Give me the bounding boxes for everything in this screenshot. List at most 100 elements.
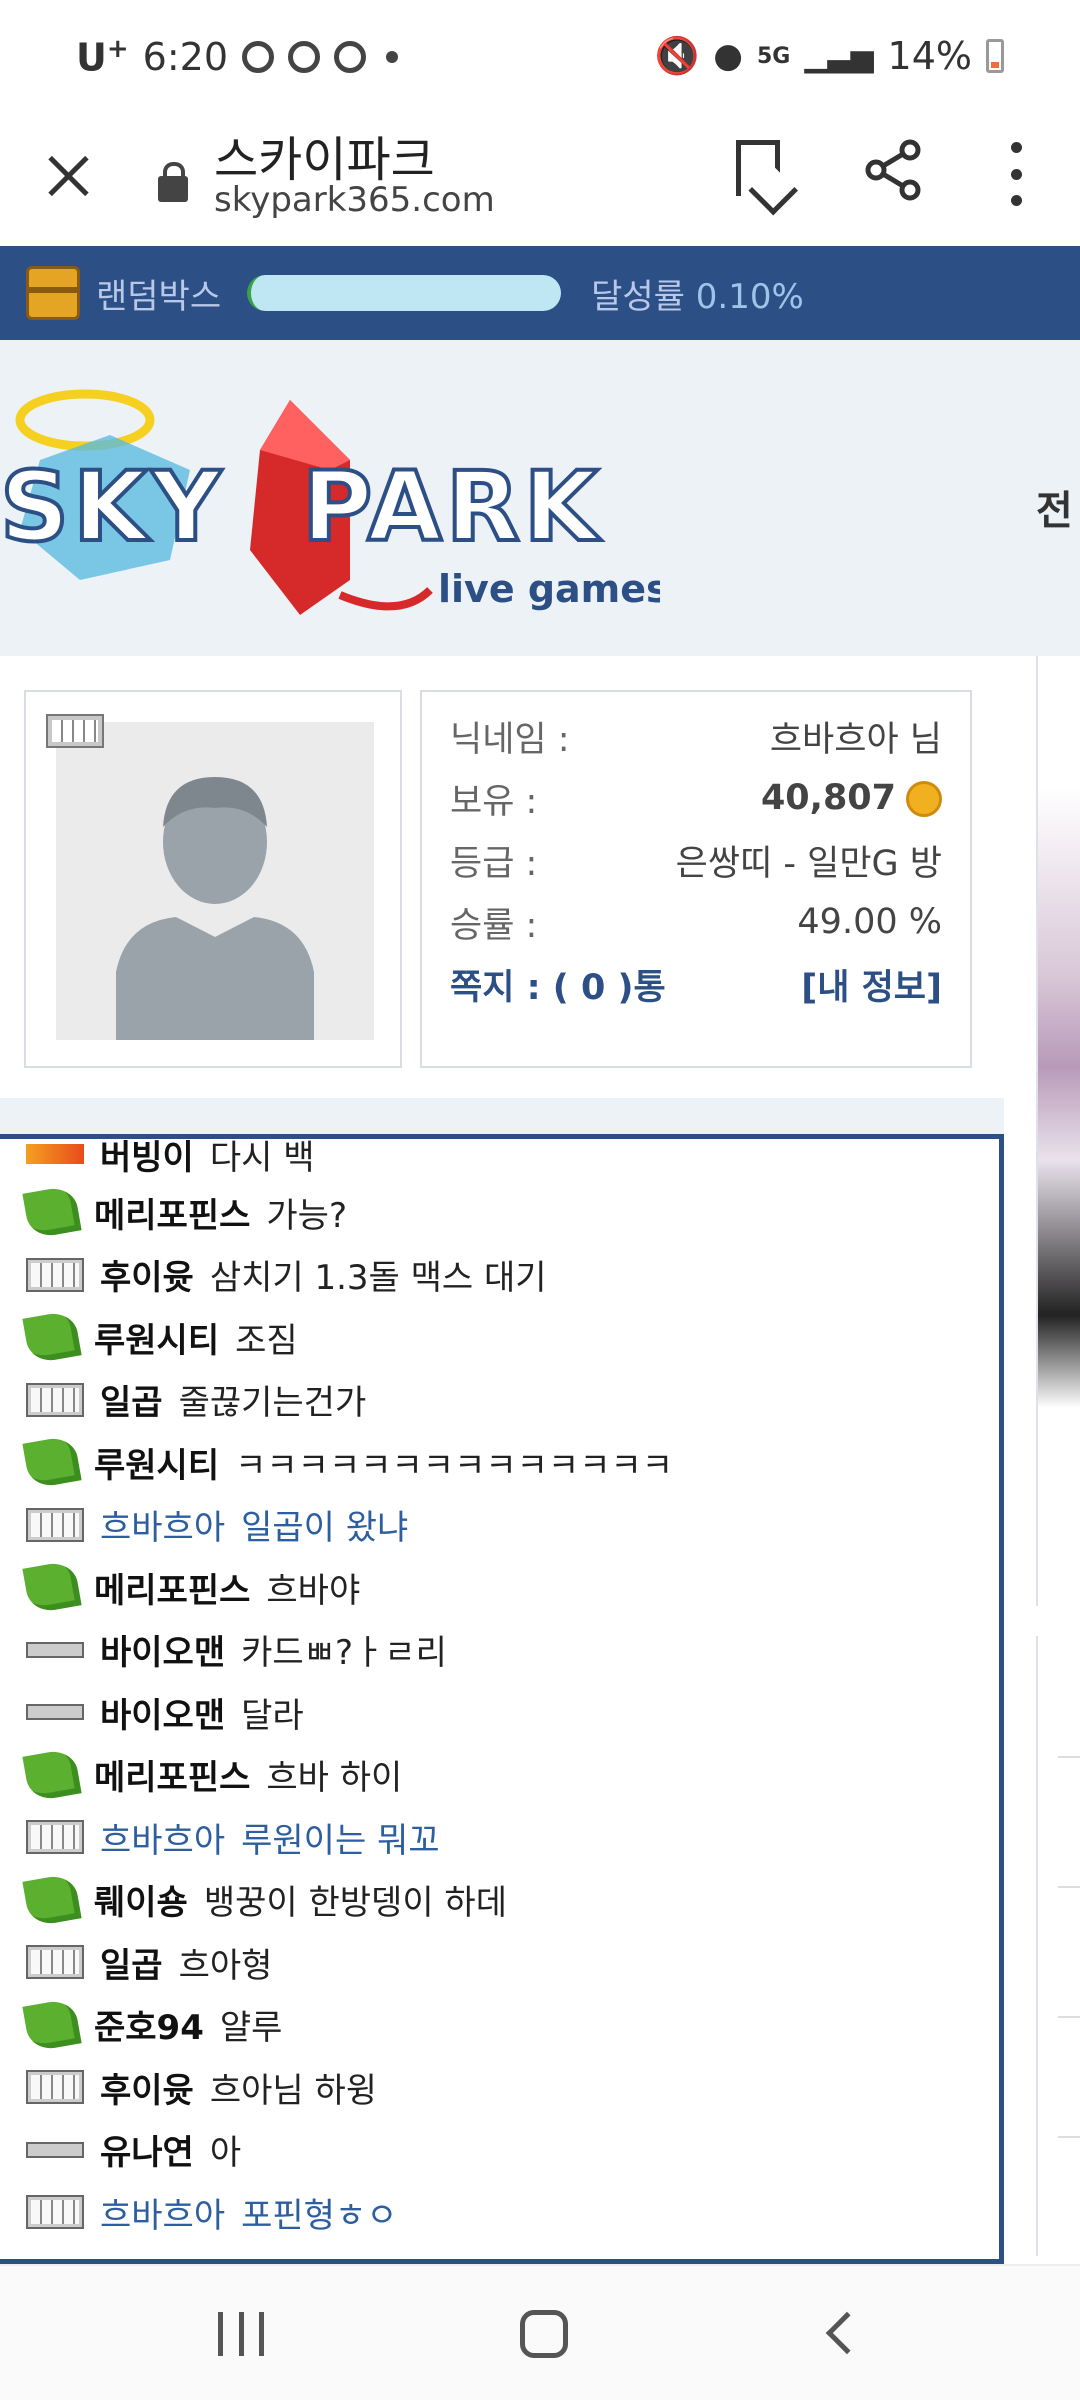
section-divider xyxy=(0,1098,1004,1136)
chat-line: 유나연 아 xyxy=(26,2119,241,2181)
bar-level-icon xyxy=(26,1704,84,1720)
right-side-panel xyxy=(1036,1636,1080,2256)
bar-level-icon xyxy=(26,1641,84,1658)
bar-level-icon xyxy=(26,2141,84,2158)
chat-message: 일곱이 왔냐 xyxy=(241,1508,409,1548)
chat-username[interactable]: 일곱 xyxy=(100,1938,163,1987)
chat-username[interactable]: 흐바흐아 xyxy=(100,2188,225,2237)
random-box-progress xyxy=(247,275,562,311)
skypark-logo[interactable]: SKY PARK live games xyxy=(0,350,660,650)
chat-username[interactable]: 메리포핀스 xyxy=(94,1188,250,1237)
leaf-level-icon xyxy=(22,1434,82,1490)
carrier: U+ xyxy=(76,34,129,80)
chat-username[interactable]: 준호94 xyxy=(94,2000,204,2049)
battery-percent: 14% xyxy=(887,34,972,78)
chat-username[interactable]: 흐바흐아 xyxy=(100,1813,225,1862)
leaf-level-icon xyxy=(22,1559,82,1615)
coin-icon xyxy=(906,781,942,817)
avatar-silhouette-icon xyxy=(116,777,314,1040)
chat-username[interactable]: 후이윳 xyxy=(100,1250,194,1299)
chat-line: 후이윳 흐아님 하윙 xyxy=(26,2056,377,2118)
bookmark-icon[interactable] xyxy=(736,140,780,196)
chat-message: 아 xyxy=(209,2133,242,2173)
nickname-row: 닉네임 : 흐바흐아 님 xyxy=(450,708,942,764)
chrome-icon xyxy=(288,40,320,73)
right-ad-banner[interactable] xyxy=(1036,656,1080,1606)
chat-message: 뱅꿍이 한방뎅이 하데 xyxy=(203,1883,507,1923)
status-bar: U+ 6:20 🔇 ● 5G ▁▃▅ 14% xyxy=(0,0,1080,120)
share-icon[interactable] xyxy=(862,138,926,202)
more-options-icon[interactable] xyxy=(996,142,1036,206)
chat-message: 조짐 xyxy=(235,1320,298,1361)
user-info-box: 닉네임 : 흐바흐아 님 보유 : 40,807 등급 : 은쌍띠 - 일만G … xyxy=(420,690,972,1068)
home-icon[interactable] xyxy=(520,2310,568,2358)
balance-value: 40,807 xyxy=(760,778,896,818)
nickname-value: 흐바흐아 님 xyxy=(769,719,942,760)
chat-line-partial: 버빙이 다시 백 xyxy=(26,1139,315,1185)
chat-username[interactable]: 뤠이숑 xyxy=(94,1875,188,1924)
chat-message: 흐아형 xyxy=(178,1945,273,1986)
winrate-value: 49.00 % xyxy=(797,902,942,942)
network-type: 5G xyxy=(756,43,791,69)
chat-username[interactable]: 루원시티 xyxy=(94,1438,219,1487)
close-tab-icon[interactable] xyxy=(34,142,102,210)
chat-message: 카드ㅃ?ㅏㄹ리 xyxy=(241,1633,447,1673)
chat-username[interactable]: 일곱 xyxy=(100,1375,163,1424)
bar-level-icon xyxy=(26,1507,84,1542)
bar-level-icon xyxy=(26,1820,84,1854)
chat-line: 후이윳 삼치기 1.3돌 맥스 대기 xyxy=(26,1244,547,1306)
location-icon: ● xyxy=(713,36,743,76)
chat-line: 바이오맨 카드ㅃ?ㅏㄹ리 xyxy=(26,1619,447,1681)
recent-apps-icon[interactable] xyxy=(218,2312,264,2356)
chat-line: 일곱 줄끊기는건가 xyxy=(26,1369,366,1431)
treasure-box-icon xyxy=(26,266,80,320)
chat-line: 뤠이숑 뱅꿍이 한방뎅이 하데 xyxy=(22,1869,507,1931)
logo-section: SKY PARK live games 전 xyxy=(0,340,1080,656)
chat-message: 흐바 하이 xyxy=(266,1758,403,1798)
chat-line: 메리포핀스 가능? xyxy=(22,1181,348,1243)
chat-username[interactable]: 유나연 xyxy=(100,2125,194,2174)
side-menu-text[interactable]: 전 xyxy=(1036,478,1073,536)
chat-line: 일곱 흐아형 xyxy=(26,1931,272,1993)
chat-message: 루원이는 뭐꼬 xyxy=(241,1820,440,1861)
level-icon xyxy=(26,1144,84,1164)
chat-line: 준호94 얄루 xyxy=(22,1994,282,2056)
chat-message: 흐바야 xyxy=(266,1570,361,1611)
chat-username[interactable]: 흐바흐아 xyxy=(100,1500,225,1549)
chat-username[interactable]: 바이오맨 xyxy=(100,1625,225,1674)
page-url[interactable]: skypark365.com xyxy=(214,180,495,220)
logo-tagline: live games xyxy=(438,567,660,611)
message-link[interactable]: 쪽지 : ( 0 )통 xyxy=(450,959,666,1010)
chat-line: 루원시티 ㅋㅋㅋㅋㅋㅋㅋㅋㅋㅋㅋㅋㅋㅋ xyxy=(22,1431,674,1493)
chat-username[interactable]: 메리포핀스 xyxy=(94,1563,250,1612)
chat-line: 흐바흐아 루원이는 뭐꼬 xyxy=(26,1806,440,1868)
bar-level-icon xyxy=(26,2070,84,2104)
random-box-bar[interactable]: 랜덤박스 달성률 0.10% xyxy=(0,246,1080,340)
chat-message: 가능? xyxy=(266,1195,348,1236)
level-badge-icon xyxy=(46,714,104,748)
chat-message: ㅋㅋㅋㅋㅋㅋㅋㅋㅋㅋㅋㅋㅋㅋ xyxy=(235,1445,674,1486)
chat-line: 바이오맨 달라 xyxy=(26,1681,304,1743)
battery-icon xyxy=(986,39,1004,73)
my-info-link[interactable]: [내 정보] xyxy=(801,959,942,1010)
chat-message: 줄끊기는건가 xyxy=(178,1383,367,1423)
winrate-row: 승률 : 49.00 % xyxy=(450,902,942,946)
profile-panel: 닉네임 : 흐바흐아 님 보유 : 40,807 등급 : 은쌍띠 - 일만G … xyxy=(0,656,1004,1098)
chat-message: 달라 xyxy=(241,1695,304,1736)
avatar-box xyxy=(24,690,402,1068)
grade-value: 은쌍띠 - 일만G 방 xyxy=(675,843,942,884)
chat-box[interactable]: 버빙이 다시 백 메리포핀스 가능? 후이윳 삼치기 1.3돌 맥스 대기루원시티 조짐… xyxy=(0,1134,1004,2264)
chat-username[interactable]: 후이윳 xyxy=(100,2063,194,2112)
back-icon[interactable] xyxy=(825,2311,869,2355)
bar-level-icon xyxy=(26,1382,84,1417)
bar-level-icon xyxy=(26,2195,84,2229)
chat-username[interactable]: 메리포핀스 xyxy=(94,1750,250,1799)
grade-row: 등급 : 은쌍띠 - 일만G 방 xyxy=(450,832,942,888)
chat-username[interactable]: 바이오맨 xyxy=(100,1688,225,1737)
chat-username[interactable]: 루원시티 xyxy=(94,1313,219,1362)
chat-message: 포핀형ㅎㅇ xyxy=(241,2195,398,2236)
notification-dot-icon xyxy=(386,50,398,63)
status-left: U+ 6:20 xyxy=(76,34,398,80)
chat-line: 메리포핀스 흐바야 xyxy=(22,1556,361,1618)
logo-word-park: PARK xyxy=(302,451,602,563)
